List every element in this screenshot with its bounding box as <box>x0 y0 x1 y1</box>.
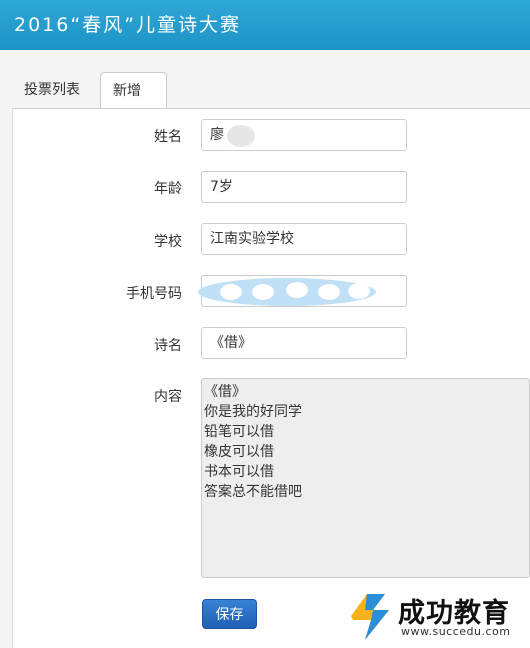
cloud-dot <box>318 284 340 300</box>
redaction-blur <box>227 125 255 147</box>
page-title: 2016“春风”儿童诗大赛 <box>14 14 242 36</box>
name-value: 廖 <box>210 127 224 143</box>
phone-field[interactable] <box>198 275 407 307</box>
age-label: 年龄 <box>154 181 182 197</box>
content-line: 你是我的好同学 <box>204 404 302 420</box>
save-button[interactable]: 保存 <box>202 599 257 629</box>
watermark-logo: 成功教育 www.succedu.com <box>345 585 530 647</box>
content-line: 《借》 <box>204 384 246 400</box>
poem-title-field[interactable]: 《借》 <box>201 327 407 359</box>
cloud-dot <box>252 284 274 300</box>
app-header: 2016“春风”儿童诗大赛 <box>0 0 530 50</box>
cloud-dot <box>348 283 370 299</box>
content-line: 答案总不能借吧 <box>204 484 302 500</box>
content-textarea[interactable]: 《借》 你是我的好同学 铅笔可以借 橡皮可以借 书本可以借 答案总不能借吧 <box>201 378 530 578</box>
cloud-dot <box>220 284 242 300</box>
content-line: 书本可以借 <box>204 464 274 480</box>
content-label: 内容 <box>154 389 182 405</box>
content-line: 橡皮可以借 <box>204 444 274 460</box>
tab-add[interactable]: 新增 <box>100 72 167 109</box>
name-label: 姓名 <box>154 129 182 145</box>
phone-label: 手机号码 <box>126 286 182 302</box>
content-line: 铅笔可以借 <box>204 424 274 440</box>
school-field[interactable]: 江南实验学校 <box>201 223 407 255</box>
brand-url: www.succedu.com <box>401 625 511 638</box>
name-field[interactable]: 廖 <box>201 119 407 151</box>
tab-vote-list[interactable]: 投票列表 <box>12 72 98 108</box>
poem-title-label: 诗名 <box>154 338 182 354</box>
brand-logo-icon <box>351 594 389 640</box>
age-field[interactable]: 7岁 <box>201 171 407 203</box>
school-label: 学校 <box>154 234 182 250</box>
cloud-dot <box>286 282 308 298</box>
